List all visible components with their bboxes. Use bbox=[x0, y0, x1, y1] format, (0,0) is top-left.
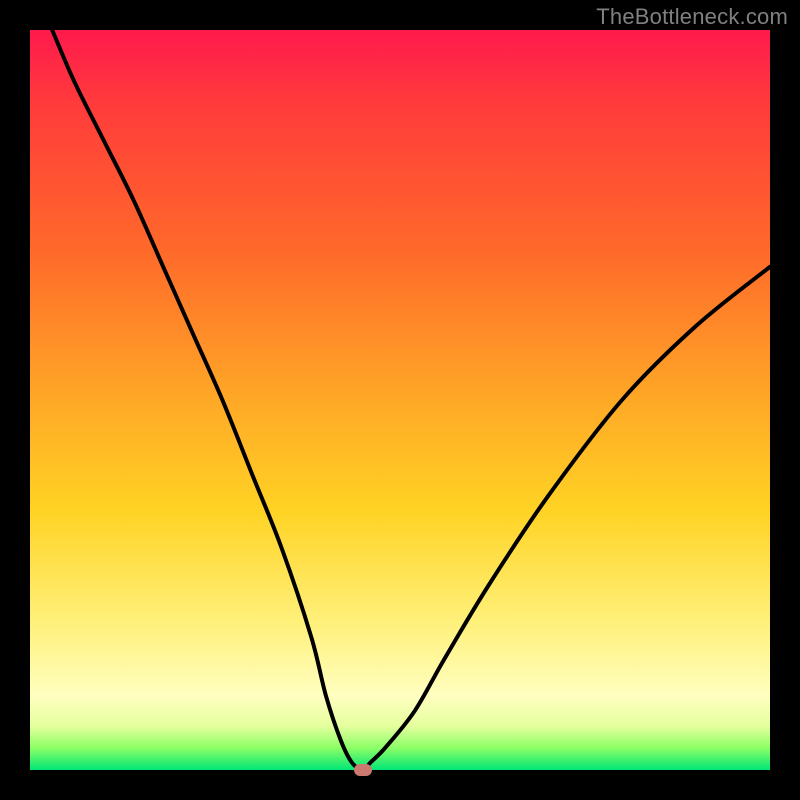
min-marker bbox=[354, 764, 372, 776]
bottleneck-curve bbox=[30, 30, 770, 770]
chart-frame: TheBottleneck.com bbox=[0, 0, 800, 800]
plot-area bbox=[30, 30, 770, 770]
watermark-text: TheBottleneck.com bbox=[596, 4, 788, 30]
curve-path bbox=[52, 30, 770, 770]
